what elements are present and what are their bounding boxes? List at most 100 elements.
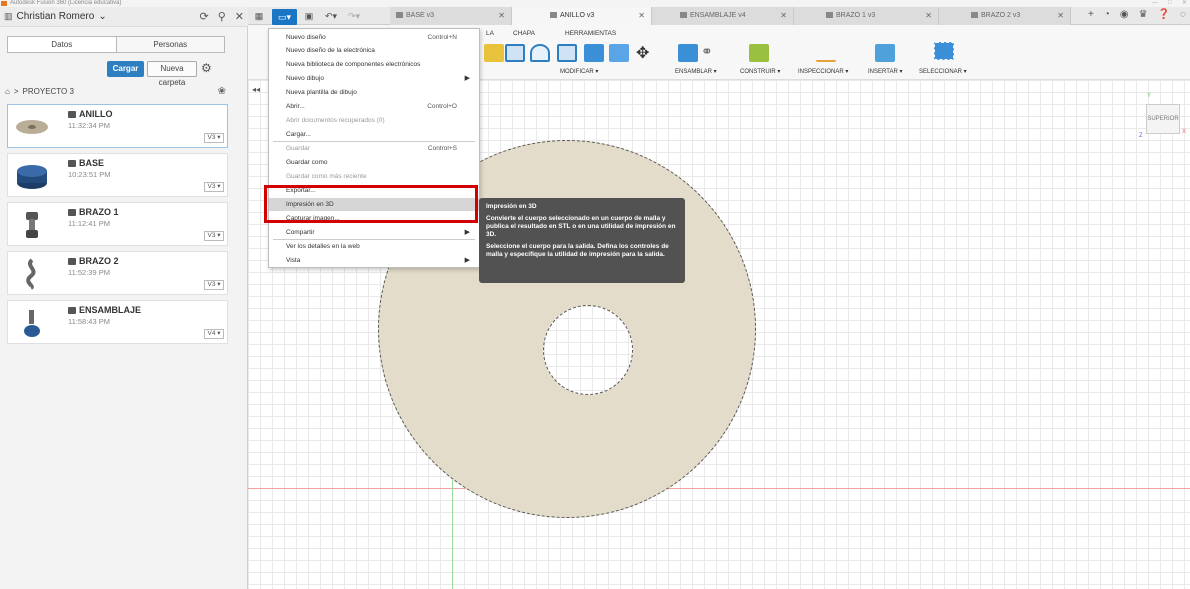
menu-item-upload[interactable]: Cargar... (269, 128, 479, 141)
shell-icon[interactable] (557, 44, 577, 62)
tab-brazo2[interactable]: BRAZO 2 v3 ✕ (939, 7, 1071, 25)
file-card-brazo2[interactable]: BRAZO 2 11:52:39 PM V3 ▾ (7, 251, 228, 295)
file-card-anillo[interactable]: ANILLO 11:32:34 PM V3 ▾ (7, 104, 228, 148)
create-sketch-icon[interactable] (484, 44, 504, 62)
file-card-base[interactable]: BASE 10:23:51 PM V3 ▾ (7, 153, 228, 197)
combine-icon[interactable] (584, 44, 604, 62)
save-icon[interactable]: ▣ (302, 9, 316, 23)
construct-plane-icon[interactable] (749, 44, 769, 62)
version-badge[interactable]: V3 ▾ (204, 280, 224, 290)
menu-item-save[interactable]: Guardar Control+S (269, 142, 479, 155)
group-construir[interactable]: CONSTRUIR ▾ (740, 68, 780, 75)
tab-brazo1[interactable]: BRAZO 1 v3 ✕ (794, 7, 939, 25)
tab-ensamblaje[interactable]: ENSAMBLAJE v4 ✕ (652, 7, 794, 25)
notifications-icon[interactable]: ♛ (1139, 9, 1148, 20)
group-seleccionar[interactable]: SELECCIONAR ▾ (919, 68, 967, 75)
insert-image-icon[interactable] (875, 44, 895, 62)
minimize-icon[interactable]: — (1152, 0, 1158, 7)
close-window-icon[interactable]: ✕ (1182, 0, 1187, 7)
close-tab-icon[interactable]: ✕ (1057, 7, 1064, 25)
y-axis-line (452, 480, 453, 589)
upload-button[interactable]: Cargar (107, 61, 144, 77)
menu-item-save-as-latest[interactable]: Guardar como más reciente (269, 170, 479, 183)
home-icon[interactable]: ⌂ (5, 87, 10, 96)
redo-icon[interactable]: ↷▾ (344, 9, 364, 23)
version-badge[interactable]: V3 ▾ (204, 231, 224, 241)
maximize-icon[interactable]: □ (1168, 0, 1172, 7)
breadcrumb: ⌂ > PROYECTO 3 (5, 87, 74, 96)
toolbar-tab-la[interactable]: LA (486, 30, 494, 37)
file-card-brazo1[interactable]: BRAZO 1 11:12:41 PM V3 ▾ (7, 202, 228, 246)
menu-item-share[interactable]: Compartir ▶ (269, 226, 479, 239)
title-bar: Autodesk Fusion 360 (Licencia educativa)… (0, 0, 1190, 7)
menu-item-new-design[interactable]: Nuevo diseño Control+N (269, 31, 479, 44)
search-icon[interactable]: ⚲ (218, 10, 226, 23)
group-modificar[interactable]: MODIFICAR ▾ (560, 68, 598, 75)
breadcrumb-project[interactable]: PROYECTO 3 (23, 87, 74, 96)
account-icon[interactable]: ◌ (1180, 9, 1186, 20)
file-menu-button[interactable]: ▭▾ (272, 9, 297, 25)
file-name: BASE (68, 158, 104, 168)
move-icon[interactable]: ✥ (636, 43, 649, 63)
group-insertar[interactable]: INSERTAR ▾ (868, 68, 902, 75)
close-panel-icon[interactable]: ✕ (235, 10, 244, 23)
joint-icon[interactable]: ⚭ (701, 43, 713, 60)
tab-datos[interactable]: Datos (8, 37, 116, 52)
group-inspeccionar[interactable]: INSPECCIONAR ▾ (798, 68, 848, 75)
new-folder-button[interactable]: Nueva carpeta (147, 61, 197, 87)
grid-menu-icon[interactable]: ▦ (252, 9, 266, 23)
new-tab-icon[interactable]: + (1088, 9, 1094, 20)
help-icon[interactable]: ❓ (1158, 9, 1170, 20)
user-menu[interactable]: ▥ Christian Romero ⌄ (4, 11, 107, 22)
split-body-icon[interactable] (609, 44, 629, 62)
close-tab-icon[interactable]: ✕ (638, 7, 645, 25)
highlight-annotation-box (264, 185, 478, 223)
select-icon[interactable] (934, 42, 954, 60)
design-icon (68, 159, 76, 167)
design-icon (68, 110, 76, 118)
tab-base[interactable]: BASE v3 ✕ (390, 7, 512, 25)
tab-personas[interactable]: Personas (115, 37, 224, 52)
undo-icon[interactable]: ↶▾ (321, 9, 341, 23)
menu-item-new-drawing-template[interactable]: Nueva plantilla de dibujo (269, 86, 479, 99)
close-tab-icon[interactable]: ✕ (925, 7, 932, 25)
browser-collapse-icon[interactable]: ◂◂ (252, 85, 260, 94)
design-icon (68, 208, 76, 216)
project-members-icon[interactable]: ❀ (218, 86, 226, 97)
chevron-down-icon: ⌄ (98, 11, 107, 22)
menu-item-new-electronics-library[interactable]: Nueva biblioteca de componentes electrón… (269, 58, 479, 71)
tab-anillo[interactable]: ANILLO v3 ✕ (512, 7, 652, 25)
toolbar-tab-chapa[interactable]: CHAPA (513, 30, 535, 37)
menu-item-open-recovered[interactable]: Abrir documentos recuperados (0) (269, 114, 479, 127)
menu-item-view-details-web[interactable]: Ver los detalles en la web (269, 240, 479, 253)
design-icon (396, 12, 403, 19)
menu-item-new-drawing[interactable]: Nuevo dibujo ▶ (269, 72, 479, 85)
version-badge[interactable]: V4 ▾ (204, 329, 224, 339)
file-time: 11:12:41 PM (68, 219, 110, 228)
fillet-icon[interactable] (530, 44, 550, 62)
new-component-icon[interactable] (678, 44, 698, 62)
job-status-icon[interactable]: ◉ (1120, 9, 1129, 20)
measure-icon[interactable] (816, 44, 836, 62)
group-ensamblar[interactable]: ENSAMBLAR ▾ (675, 68, 717, 75)
close-tab-icon[interactable]: ✕ (780, 7, 787, 25)
breadcrumb-separator: > (13, 87, 19, 96)
refresh-icon[interactable]: ⟳ (200, 10, 209, 23)
press-pull-icon[interactable] (505, 44, 525, 62)
file-card-ensamblaje[interactable]: ENSAMBLAJE 11:58:43 PM V4 ▾ (7, 300, 228, 344)
gear-icon[interactable]: ⚙ (201, 61, 212, 75)
tooltip-instructions: Seleccione el cuerpo para la salida. Def… (486, 243, 669, 258)
toolbar-tab-herramientas[interactable]: HERRAMIENTAS (565, 30, 616, 37)
close-tab-icon[interactable]: ✕ (498, 7, 505, 25)
version-badge[interactable]: V3 ▾ (204, 182, 224, 192)
design-icon (680, 12, 687, 19)
menu-item-new-electronics-design[interactable]: Nuevo diseño de la electrónica (269, 44, 479, 57)
version-badge[interactable]: V3 ▾ (204, 133, 224, 143)
extensions-icon[interactable]: ◔ (1104, 9, 1110, 20)
viewcube[interactable]: SUPERIOR (1146, 104, 1180, 134)
menu-item-view[interactable]: Vista ▶ (269, 254, 479, 267)
menu-item-open[interactable]: Abrir... Control+O (269, 100, 479, 113)
assembly-thumbnail (13, 307, 51, 339)
menu-item-save-as[interactable]: Guardar como (269, 156, 479, 169)
tooltip-title: Impresión en 3D (486, 203, 537, 210)
